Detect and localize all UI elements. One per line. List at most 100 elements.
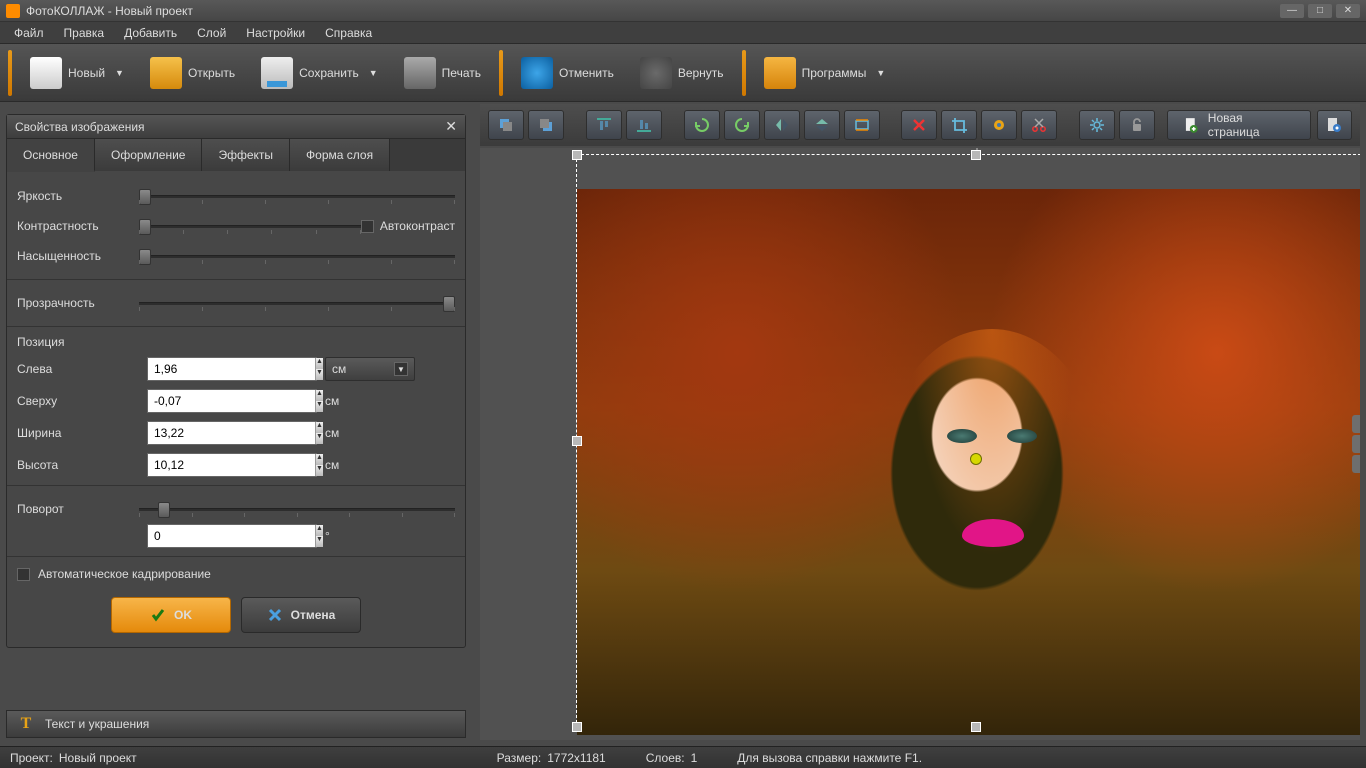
panel-close-button[interactable]: ✕	[445, 118, 457, 135]
menu-file[interactable]: Файл	[4, 23, 54, 43]
new-button[interactable]: Новый▼	[20, 51, 134, 95]
top-label: Сверху	[17, 394, 139, 408]
opacity-slider[interactable]	[139, 294, 455, 312]
crop-button[interactable]	[941, 110, 977, 140]
arrange-backward-button[interactable]	[528, 110, 564, 140]
text-decorations-section[interactable]: T Текст и украшения	[6, 710, 466, 738]
selection-box[interactable]	[576, 154, 1360, 728]
toolbar-separator	[8, 50, 12, 96]
image-content	[1007, 429, 1037, 443]
minimize-button[interactable]: —	[1280, 4, 1304, 18]
width-input[interactable]: ▲▼	[147, 421, 317, 445]
arrange-forward-button[interactable]	[488, 110, 524, 140]
status-bar: Проект: Новый проект Размер: 1772x1181 Сло…	[0, 746, 1366, 768]
fit-button[interactable]	[844, 110, 880, 140]
undo-button[interactable]: Отменить	[511, 51, 624, 95]
opacity-label: Прозрачность	[17, 296, 139, 310]
main-toolbar: Новый▼ Открыть Сохранить▼ Печать Отменит…	[0, 44, 1366, 102]
page-add-icon	[1182, 116, 1200, 134]
align-top-button[interactable]	[586, 110, 622, 140]
unit-label: см	[325, 394, 365, 408]
cut-button[interactable]	[1021, 110, 1057, 140]
save-button[interactable]: Сохранить▼	[251, 51, 388, 95]
unit-label: см	[325, 458, 365, 472]
menu-help[interactable]: Справка	[315, 23, 382, 43]
tab-basic[interactable]: Основное	[7, 139, 95, 172]
tab-layer-shape[interactable]: Форма слоя	[290, 139, 390, 171]
rotation-input[interactable]: ▲▼	[147, 524, 317, 548]
chevron-down-icon: ▼	[876, 68, 885, 78]
align-bottom-button[interactable]	[626, 110, 662, 140]
autocrop-checkbox[interactable]: Автоматическое кадрирование	[17, 567, 455, 581]
side-flyout-tabs[interactable]	[1352, 415, 1360, 473]
tab-decoration[interactable]: Оформление	[95, 139, 202, 171]
resize-handle[interactable]	[572, 722, 582, 732]
delete-button[interactable]	[901, 110, 937, 140]
menu-edit[interactable]: Правка	[54, 23, 115, 43]
position-section-label: Позиция	[17, 335, 455, 349]
chevron-down-icon: ▼	[369, 68, 378, 78]
printer-icon	[404, 57, 436, 89]
menu-settings[interactable]: Настройки	[236, 23, 315, 43]
document-icon	[30, 57, 62, 89]
flip-horizontal-button[interactable]	[764, 110, 800, 140]
autocontrast-checkbox[interactable]: Автоконтраст	[361, 219, 455, 233]
canvas-image[interactable]	[577, 189, 1360, 735]
status-size: 1772x1181	[547, 751, 606, 765]
rotate-left-button[interactable]	[684, 110, 720, 140]
cancel-button[interactable]: Отмена	[241, 597, 361, 633]
tab-effects[interactable]: Эффекты	[202, 139, 290, 171]
resize-handle[interactable]	[572, 150, 582, 160]
programs-button[interactable]: Программы▼	[754, 51, 896, 95]
new-page-button[interactable]: Новая страница	[1167, 110, 1310, 140]
page-settings-button[interactable]	[1317, 110, 1352, 140]
maximize-button[interactable]: □	[1308, 4, 1332, 18]
flip-vertical-button[interactable]	[804, 110, 840, 140]
left-input[interactable]: ▲▼	[147, 357, 317, 381]
folder-icon	[150, 57, 182, 89]
top-input[interactable]: ▲▼	[147, 389, 317, 413]
contrast-slider[interactable]	[139, 217, 361, 235]
close-button[interactable]: ✕	[1336, 4, 1360, 18]
status-size-label: Размер:	[497, 751, 542, 765]
canvas-area[interactable]	[480, 148, 1360, 740]
redo-button[interactable]: Вернуть	[630, 51, 734, 95]
image-content	[962, 519, 1024, 547]
settings-button[interactable]	[1079, 110, 1115, 140]
resize-handle[interactable]	[572, 436, 582, 446]
brightness-slider[interactable]	[139, 187, 455, 205]
saturation-slider[interactable]	[139, 247, 455, 265]
resize-handle[interactable]	[971, 722, 981, 732]
rotation-slider[interactable]	[139, 500, 455, 518]
redo-icon	[640, 57, 672, 89]
menu-add[interactable]: Добавить	[114, 23, 187, 43]
open-button[interactable]: Открыть	[140, 51, 245, 95]
save-icon	[261, 57, 293, 89]
unit-label: см	[325, 426, 365, 440]
degree-label: °	[325, 529, 365, 543]
rotate-right-button[interactable]	[724, 110, 760, 140]
contrast-label: Контрастность	[17, 219, 139, 233]
ok-button[interactable]: OK	[111, 597, 231, 633]
panel-header: Свойства изображения ✕	[7, 115, 465, 139]
window-title: ФотоКОЛЛАЖ - Новый проект	[26, 4, 193, 18]
image-content	[947, 429, 977, 443]
status-layers: 1	[691, 751, 698, 765]
toolbar-separator	[742, 50, 746, 96]
brightness-label: Яркость	[17, 189, 139, 203]
menu-layer[interactable]: Слой	[187, 23, 236, 43]
status-project-label: Проект:	[10, 751, 53, 765]
lock-button[interactable]	[1119, 110, 1155, 140]
status-project: Новый проект	[59, 751, 137, 765]
chevron-down-icon: ▼	[115, 68, 124, 78]
height-input[interactable]: ▲▼	[147, 453, 317, 477]
resize-handle[interactable]	[971, 150, 981, 160]
adjust-button[interactable]	[981, 110, 1017, 140]
image-content	[877, 329, 1107, 649]
unit-select[interactable]: см▼	[325, 357, 415, 381]
rotation-handle[interactable]	[970, 453, 982, 465]
menubar: Файл Правка Добавить Слой Настройки Спра…	[0, 22, 1366, 44]
toolbar-separator	[499, 50, 503, 96]
status-layers-label: Слоев:	[646, 751, 685, 765]
print-button[interactable]: Печать	[394, 51, 491, 95]
